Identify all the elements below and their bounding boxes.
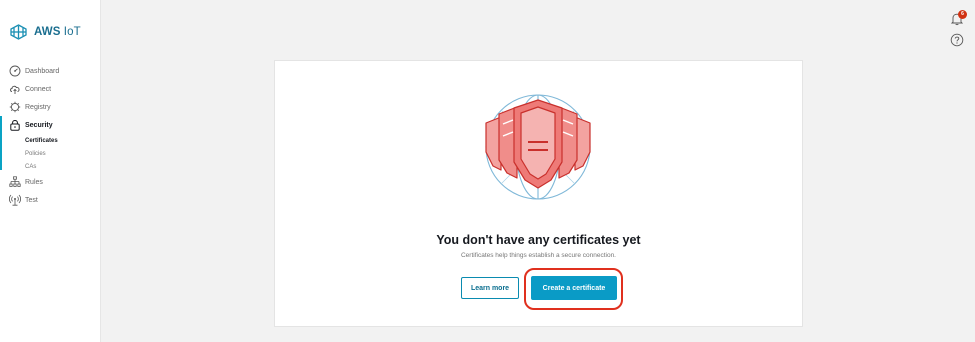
sidebar-item-label: Rules — [25, 178, 43, 186]
notification-badge: 6 — [958, 10, 967, 19]
sidebar-item-dashboard[interactable]: Dashboard — [0, 62, 100, 80]
brand[interactable]: AWS IoT — [9, 24, 81, 40]
dashboard-gauge-icon — [9, 65, 21, 77]
gear-icon — [9, 101, 21, 113]
sidebar-item-test[interactable]: Test — [0, 191, 100, 209]
create-certificate-button[interactable]: Create a certificate — [531, 276, 617, 300]
sidebar-subitem-policies[interactable]: Policies — [0, 147, 100, 160]
sidebar-item-label: Registry — [25, 103, 51, 111]
help-circle-icon[interactable] — [950, 33, 964, 47]
aws-iot-logo-icon — [10, 24, 27, 40]
sidebar-nav: Dashboard Connect Registry Security Cert… — [0, 62, 100, 209]
brand-name: AWS — [34, 26, 61, 38]
sidebar-item-label: Test — [25, 196, 38, 204]
sidebar-item-registry[interactable]: Registry — [0, 98, 100, 116]
security-group: Security Certificates Policies CAs — [0, 116, 100, 173]
broadcast-icon — [9, 194, 21, 206]
empty-state-subtitle: Certificates help things establish a sec… — [460, 252, 616, 259]
sidebar-subitem-cas[interactable]: CAs — [0, 160, 100, 173]
empty-state-card: You don't have any certificates yet Cert… — [274, 60, 803, 327]
empty-state-title: You don't have any certificates yet — [436, 233, 641, 247]
sidebar-item-label: Security — [25, 121, 53, 129]
sidebar-item-label: Connect — [25, 85, 52, 93]
sidebar-item-connect[interactable]: Connect — [0, 80, 100, 98]
learn-more-button[interactable]: Learn more — [461, 277, 519, 299]
sidebar-item-security[interactable]: Security — [0, 116, 100, 134]
sidebar-item-label: Dashboard — [25, 67, 60, 75]
brand-product: IoT — [63, 26, 81, 38]
hierarchy-icon — [9, 176, 21, 187]
cloud-upload-icon — [10, 85, 20, 94]
certificate-shields-illustration — [485, 94, 591, 200]
sidebar: AWS IoT Dashboard Connect Registry Secur… — [0, 0, 101, 342]
sidebar-subitem-certificates[interactable]: Certificates — [0, 134, 100, 147]
lock-icon — [10, 119, 20, 131]
sidebar-item-rules[interactable]: Rules — [0, 173, 100, 191]
